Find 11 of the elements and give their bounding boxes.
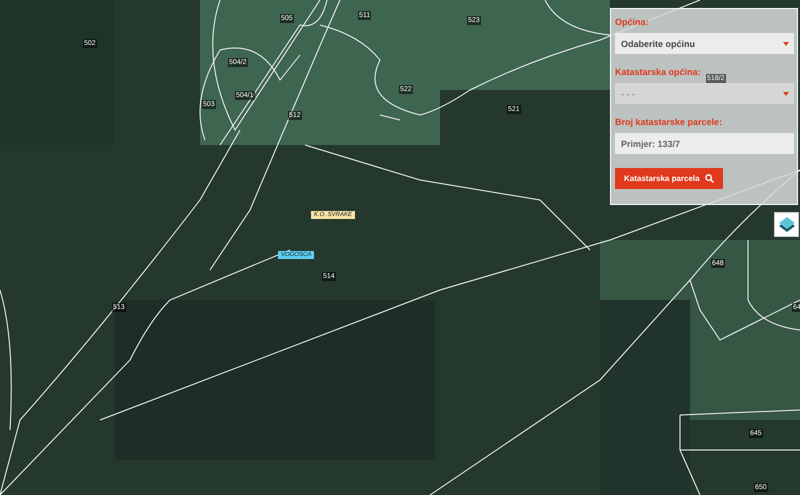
field-label: Broj katastarske parcele: [615,117,724,127]
layers-button[interactable] [774,212,799,237]
search-icon [704,174,714,183]
field-label: Katastarska općina: [615,67,702,77]
select-field[interactable]: Odaberite općinu [615,33,794,54]
field-label: Općina: [615,17,650,27]
caret-icon [783,92,789,96]
search-button[interactable]: Katastarska parcela [615,168,723,189]
caret-icon [783,42,789,46]
input-field[interactable]: Primjer: 133/7 [615,133,794,154]
layers-icon [778,216,796,234]
